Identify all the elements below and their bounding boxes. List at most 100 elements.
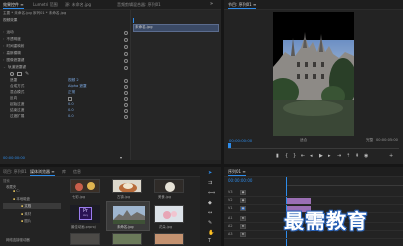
reset-icon[interactable] — [124, 97, 128, 101]
thumbnail-row3-a[interactable] — [70, 233, 100, 245]
thumbnail-label: 最佳动画.prproj — [71, 225, 96, 229]
param-value-transition-expand[interactable]: 0.0 — [68, 114, 74, 118]
toggle-track-output[interactable]: ◉ — [240, 206, 246, 211]
tab-project[interactable]: 项目: 序列01 — [3, 169, 27, 174]
go-to-out-icon[interactable]: ⇥ — [337, 154, 341, 159]
reset-icon[interactable] — [124, 79, 128, 83]
pen-mask-icon[interactable]: ✎ — [25, 71, 29, 77]
toggle-track-output[interactable]: ◉ — [240, 198, 246, 203]
thumbnail-label: 美食.jpg — [158, 195, 172, 199]
panel-menu-icon[interactable]: » — [210, 2, 213, 7]
chevron-down-icon[interactable]: ⌄ — [3, 65, 6, 69]
reset-icon[interactable] — [124, 38, 128, 42]
effect-controls-timecode[interactable]: 00:00:00:00 — [3, 156, 25, 160]
program-playhead[interactable] — [228, 143, 231, 148]
clip-v2[interactable] — [287, 198, 311, 204]
tab-media-browser[interactable]: 媒体浏览器 ≡ — [30, 169, 55, 176]
program-scrub-bar[interactable] — [228, 145, 399, 149]
tab-effect-controls[interactable]: 效果控件 ≡ — [3, 2, 24, 9]
tree-item[interactable]: ▪ 图片 — [21, 218, 31, 223]
effect-row-motion[interactable]: › 运动 — [3, 30, 14, 35]
reset-icon[interactable] — [124, 91, 128, 95]
reset-icon[interactable] — [124, 31, 128, 35]
type-tool-icon[interactable]: T — [208, 239, 211, 244]
thumbnail-premiere-project[interactable]: Pr PROJ — [70, 205, 100, 223]
filter-icon[interactable]: ▾ — [120, 155, 122, 160]
mute-track[interactable]: M — [240, 216, 246, 221]
step-forward-icon[interactable]: ▸ — [328, 154, 331, 159]
reset-icon[interactable] — [124, 59, 128, 63]
thumbnail-food[interactable] — [154, 179, 184, 193]
extract-icon[interactable]: ⇞ — [355, 154, 359, 159]
mark-out-icon[interactable]: } — [293, 154, 296, 159]
reset-icon[interactable] — [124, 66, 128, 70]
tab-sequence[interactable]: 序列01 ≡ — [228, 169, 246, 176]
effect-row-time-remap[interactable]: › 时间重映射 — [3, 44, 24, 49]
timeline-timecode[interactable]: 00:00:00:00 — [228, 178, 252, 183]
chevron-right-icon[interactable]: › — [3, 30, 4, 34]
selection-tool-icon[interactable]: ➤ — [208, 171, 212, 176]
go-to-in-icon[interactable]: ⇤ — [301, 154, 305, 159]
param-value-blend[interactable]: 正常 — [68, 90, 75, 95]
reset-icon[interactable] — [124, 109, 128, 113]
thumbnail-row3-b[interactable] — [112, 233, 142, 245]
search-input[interactable]: 搜索 — [3, 178, 53, 183]
thumbnail-blossom[interactable] — [154, 205, 184, 223]
quality-dropdown[interactable]: 完整 — [366, 138, 373, 143]
chevron-right-icon[interactable]: › — [3, 58, 4, 62]
razor-tool-icon[interactable]: ◆ — [208, 201, 212, 206]
tab-libraries[interactable]: 库 — [62, 169, 66, 174]
mute-track[interactable]: M — [240, 232, 246, 237]
tab-audio-clip-mixer[interactable]: 音频剪辑混合器: 序列01 — [117, 2, 161, 7]
reset-icon[interactable] — [124, 85, 128, 89]
param-value-end-transition[interactable]: 0.0 — [68, 108, 74, 112]
mark-in-icon[interactable]: { — [285, 154, 288, 159]
play-icon[interactable]: ▶ — [319, 154, 323, 159]
export-frame-icon[interactable]: ◉ — [364, 154, 368, 159]
folder-icon: ▪ — [13, 197, 16, 201]
track-select-tool-icon[interactable]: ⇉ — [208, 181, 212, 186]
effect-row-image-matte[interactable]: › 图像遮罩键 — [3, 58, 24, 63]
add-button-icon[interactable]: + — [389, 154, 393, 159]
tree-item[interactable]: ▪ C: — [13, 189, 20, 193]
ripple-edit-tool-icon[interactable]: ⟺ — [208, 191, 215, 196]
effect-row-opacity[interactable]: › 不透明度 — [3, 37, 21, 42]
invert-checkbox[interactable] — [68, 97, 72, 101]
tab-info[interactable]: 信息 — [73, 169, 81, 174]
chevron-right-icon[interactable]: › — [3, 51, 4, 55]
tree-item[interactable]: ▪ 素材 — [21, 211, 31, 216]
reset-icon[interactable] — [124, 103, 128, 107]
tree-item[interactable]: ▪ 本地磁盘 — [13, 196, 30, 201]
marker-icon[interactable]: ▮ — [276, 154, 279, 159]
thumbnail-row3-c[interactable] — [154, 233, 184, 245]
tree-item-selected[interactable]: ▪ 文档 — [3, 203, 61, 209]
thumbnail-town[interactable] — [112, 179, 142, 193]
param-value-composite[interactable]: Alpha 遮罩 — [68, 84, 87, 89]
chevron-right-icon[interactable]: › — [3, 37, 4, 41]
tab-program[interactable]: 节目: 序列01 ≡ — [228, 2, 257, 9]
effect-row-gaussian-blur[interactable]: › 高斯模糊 — [3, 51, 21, 56]
reset-icon[interactable] — [124, 45, 128, 49]
lift-icon[interactable]: ⇡ — [346, 154, 350, 159]
param-label: 混合模式 — [10, 90, 25, 94]
param-value-mask[interactable]: 视频 2 — [68, 78, 79, 83]
rectangle-mask-icon[interactable] — [17, 72, 22, 76]
param-value-start-transition[interactable]: 0.0 — [68, 102, 74, 106]
fit-dropdown[interactable]: 适合 — [300, 138, 307, 143]
toggle-track-output[interactable]: ◉ — [240, 190, 246, 195]
tab-source[interactable]: 源: 未命名.jpg — [65, 2, 91, 7]
chevron-right-icon[interactable]: › — [3, 44, 4, 48]
time-ruler[interactable] — [286, 177, 403, 186]
step-back-icon[interactable]: ◂ — [310, 154, 313, 159]
program-timecode[interactable]: 00:00:00:00 — [229, 138, 252, 143]
reset-icon[interactable] — [124, 115, 128, 119]
mute-track[interactable]: M — [240, 224, 246, 229]
effect-row-track-matte[interactable]: ⌄ 轨道遮罩键 — [3, 65, 26, 70]
slip-tool-icon[interactable]: ↔ — [208, 211, 212, 216]
hand-tool-icon[interactable]: ✋ — [208, 231, 214, 236]
ellipse-mask-icon[interactable] — [10, 72, 14, 76]
pen-tool-icon[interactable]: ✎ — [208, 221, 212, 226]
reset-icon[interactable] — [124, 52, 128, 56]
tab-lumetri-scopes[interactable]: Lumetri 范围 — [33, 2, 58, 7]
thumbnail-flowers[interactable] — [70, 179, 100, 193]
